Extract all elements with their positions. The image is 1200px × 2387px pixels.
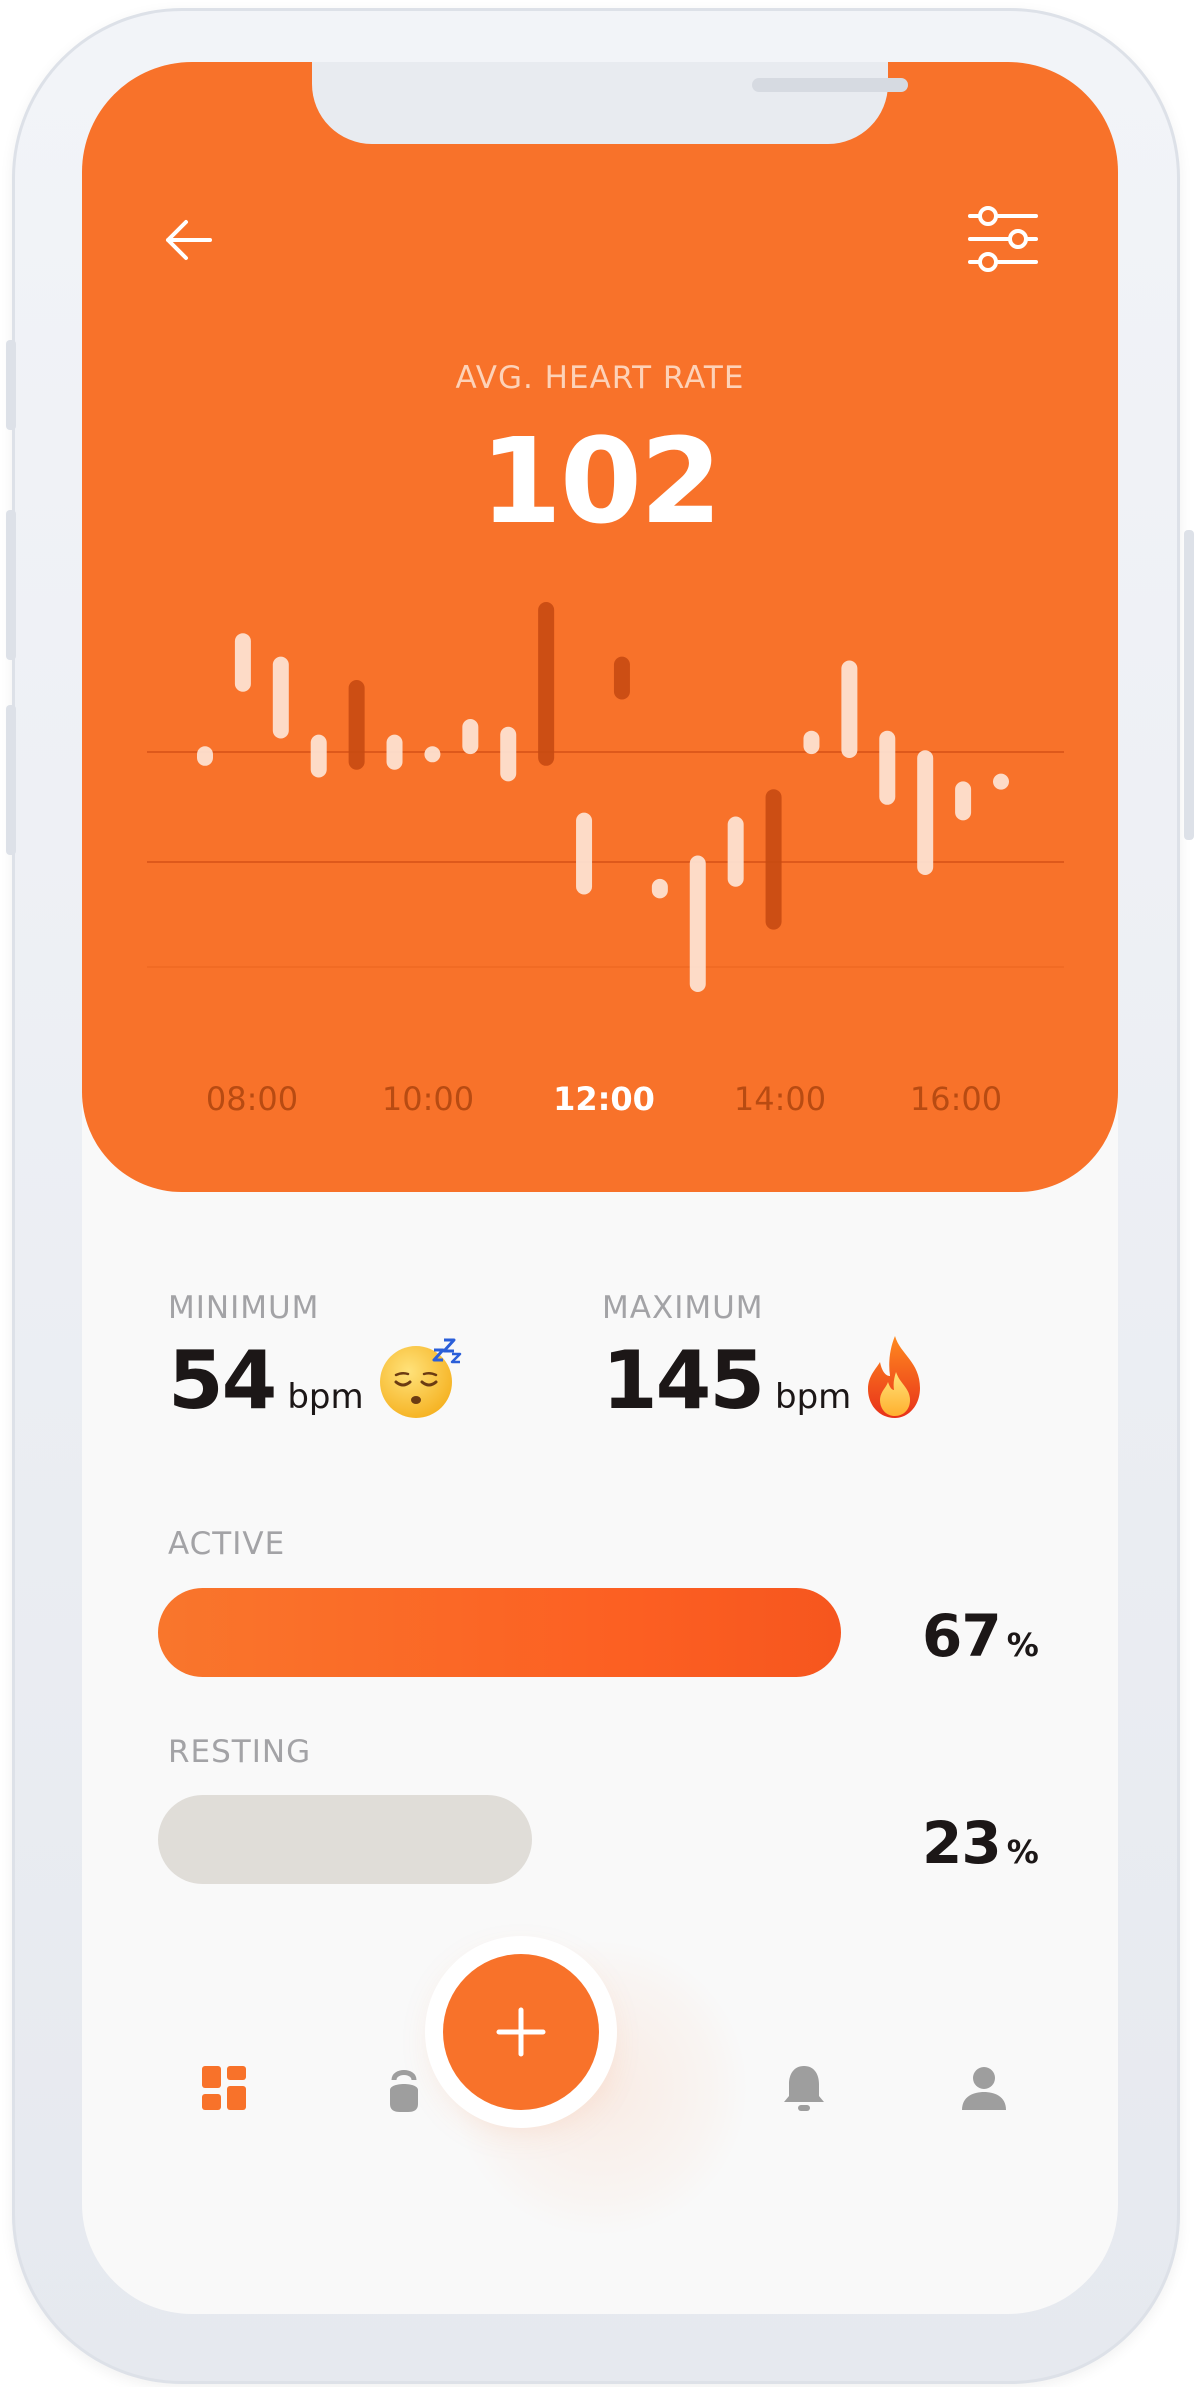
active-percentage: 67 % bbox=[922, 1602, 1039, 1670]
maximum-value: 145 bbox=[602, 1334, 765, 1427]
heart-rate-header: AVG. HEART RATE 102 08:00 10:00 12:00 14:00… bbox=[82, 62, 1118, 1192]
minimum-value: 54 bbox=[168, 1334, 277, 1427]
chart-bar bbox=[613, 656, 630, 700]
power-button bbox=[1184, 530, 1194, 840]
chart-bar bbox=[538, 602, 555, 766]
chart-bar bbox=[386, 734, 403, 770]
resting-value: 23 bbox=[922, 1809, 1002, 1877]
sleeping-face-icon bbox=[380, 1338, 462, 1418]
chart-bar bbox=[727, 816, 744, 887]
volume-down-button bbox=[6, 705, 16, 855]
chart-bar bbox=[234, 633, 251, 692]
resting-unit: % bbox=[1006, 1833, 1039, 1871]
maximum-unit: bpm bbox=[775, 1377, 852, 1417]
chart-bar bbox=[576, 812, 593, 895]
chart-x-tick-label: 12:00 bbox=[553, 1080, 655, 1118]
chart-bar bbox=[689, 855, 706, 992]
plus-icon bbox=[496, 2007, 546, 2057]
chart-bar bbox=[955, 781, 972, 821]
resting-bar bbox=[158, 1795, 841, 1884]
chart-bar bbox=[765, 789, 782, 930]
minimum-stat: MINIMUM 54 bpm bbox=[168, 1290, 364, 1427]
active-bar bbox=[158, 1588, 841, 1677]
chart-bar bbox=[310, 734, 327, 778]
chart-x-tick-label: 10:00 bbox=[382, 1080, 474, 1118]
chart-bar bbox=[348, 680, 365, 770]
minimum-label: MINIMUM bbox=[168, 1290, 320, 1326]
minimum-unit: bpm bbox=[287, 1377, 364, 1417]
resting-bar-fill bbox=[158, 1795, 532, 1884]
chart-bar bbox=[500, 726, 517, 782]
resting-label: RESTING bbox=[168, 1734, 312, 1770]
chart-bar bbox=[197, 746, 213, 766]
chart-x-tick-label: 16:00 bbox=[910, 1080, 1002, 1118]
volume-up-button bbox=[6, 510, 16, 660]
chart-bar bbox=[424, 746, 441, 763]
maximum-stat: MAXIMUM 145 bpm bbox=[602, 1290, 851, 1427]
app-screen: AVG. HEART RATE 102 08:00 10:00 12:00 14:00… bbox=[82, 62, 1118, 2314]
maximum-label: MAXIMUM bbox=[602, 1290, 764, 1326]
chart-bar bbox=[841, 660, 858, 758]
chart-x-tick-label: 08:00 bbox=[206, 1080, 298, 1118]
add-button[interactable] bbox=[443, 1954, 599, 2110]
dashboard-icon[interactable] bbox=[196, 2060, 252, 2116]
mute-switch bbox=[6, 340, 16, 430]
chart-bar bbox=[272, 656, 289, 739]
chart-x-tick-label: 14:00 bbox=[734, 1080, 826, 1118]
fire-icon bbox=[868, 1336, 920, 1418]
chart-bar bbox=[993, 773, 1009, 790]
chart-bar bbox=[917, 750, 934, 875]
chart-bar bbox=[803, 730, 820, 755]
active-label: ACTIVE bbox=[168, 1526, 286, 1562]
chart-bar bbox=[462, 719, 479, 755]
chart-bar bbox=[651, 878, 668, 899]
active-value: 67 bbox=[922, 1602, 1002, 1670]
active-unit: % bbox=[1006, 1626, 1039, 1664]
chart-bar bbox=[879, 730, 896, 805]
bell-icon[interactable] bbox=[776, 2060, 832, 2116]
resting-percentage: 23 % bbox=[922, 1809, 1039, 1877]
heart-rate-chart: 08:00 10:00 12:00 14:00 16:00 bbox=[147, 602, 1064, 1118]
profile-icon[interactable] bbox=[956, 2060, 1012, 2116]
active-bar-fill bbox=[158, 1588, 841, 1677]
kettlebell-icon[interactable] bbox=[376, 2060, 432, 2116]
